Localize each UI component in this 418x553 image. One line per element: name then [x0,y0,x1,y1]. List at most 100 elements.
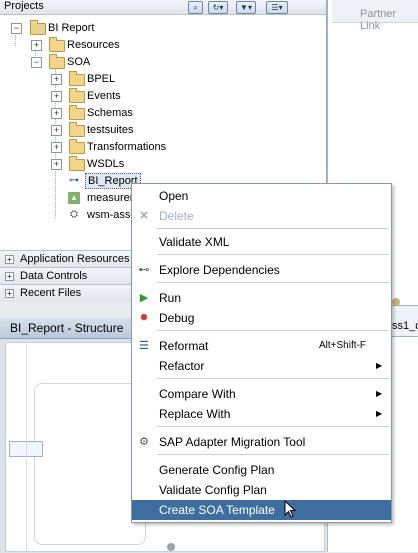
expand-icon[interactable]: + [51,159,62,170]
folder-icon [69,88,85,103]
folder-icon [69,156,85,171]
tree-item-soa[interactable]: − SOA [0,54,320,70]
menu-explore-dependencies[interactable]: ⊷ Explore Dependencies [132,260,391,280]
canvas-end-node[interactable] [167,543,175,551]
menu-separator [157,282,389,283]
menu-sap-adapter[interactable]: ⚙ SAP Adapter Migration Tool [132,432,391,452]
menu-label: SAP Adapter Migration Tool [159,435,306,449]
menu-label: Validate XML [159,235,230,249]
search-icon[interactable]: ⌕ [188,1,203,14]
menu-open[interactable]: Open [132,186,391,206]
folder-icon [69,71,85,86]
structure-title: BI_Report - Structure [10,321,124,335]
bug-icon: ✹ [139,312,149,324]
layout-icon[interactable]: ☰▾ [266,1,288,14]
menu-run[interactable]: ▶ Run [132,288,391,308]
sync-icon[interactable]: ↻▾ [208,1,228,14]
shortcut-label: Alt+Shift-F [319,340,366,351]
menu-label: Create SOA Template [159,503,275,517]
menu-label: Debug [159,311,195,325]
menu-label: Replace With [159,407,231,421]
collapse-icon[interactable]: − [11,23,22,34]
projects-header: Projects ⌕ ↻▾ ▼▾ ☰▾ [0,0,326,15]
menu-label: Compare With [159,387,236,401]
menu-separator [157,330,389,331]
chart-icon: ▲ [68,192,80,204]
menu-reformat[interactable]: ☰ Reformat Alt+Shift-F [132,336,391,356]
run-icon: ▶ [139,292,149,304]
canvas-swimlane [34,383,146,545]
folder-icon [49,54,65,69]
canvas-guide [26,343,28,551]
tree-item-testsuites[interactable]: + testsuites [0,122,320,138]
context-menu: Open ✕ Delete Validate XML ⊷ Explore Dep… [131,183,392,523]
tree-item-resources[interactable]: + Resources [0,37,320,53]
menu-refactor[interactable]: Refactor ▶ [132,356,391,376]
menu-label: Delete [159,209,194,223]
tree-label: wsm-asse [87,209,137,221]
menu-separator [157,228,389,229]
expand-icon: + [5,255,14,264]
partner-links-label: Partner Link [360,8,397,32]
folder-icon [69,105,85,120]
policy-file-icon: ⛭ [70,209,78,220]
submenu-arrow-icon: ▶ [376,389,383,398]
menu-debug[interactable]: ✹ Debug [132,308,391,328]
menu-separator [157,426,389,427]
component-icon [392,298,400,306]
menu-create-soa-template[interactable]: Create SOA Template [132,500,391,520]
menu-separator [157,254,389,255]
menu-replace-with[interactable]: Replace With ▶ [132,404,391,424]
filter-icon[interactable]: ▼▾ [236,1,256,14]
expand-icon[interactable]: + [31,40,42,51]
collapse-icon[interactable]: − [31,57,42,68]
menu-label: Run [159,291,182,305]
menu-compare-with[interactable]: Compare With ▶ [132,384,391,404]
tree-label: BPEL [87,73,116,85]
mouse-cursor-icon [284,500,297,518]
folder-icon [69,139,85,154]
tree-label: Schemas [87,107,133,119]
menu-delete[interactable]: ✕ Delete [132,206,391,226]
project-icon [30,20,46,35]
expand-icon[interactable]: + [51,91,62,102]
accordion-label: Recent Files [20,287,82,299]
folder-icon [49,37,65,52]
component-label: ss1_c [392,320,418,332]
expand-icon[interactable]: + [51,142,62,153]
expand-icon[interactable]: + [51,125,62,136]
tree-label: testsuites [87,124,134,136]
composite-icon: ⊶ [69,175,79,186]
menu-separator [157,454,389,455]
tree-item-events[interactable]: + Events [0,88,320,104]
delete-icon: ✕ [139,210,149,222]
menu-generate-config-plan[interactable]: Generate Config Plan [132,460,391,480]
menu-validate-config-plan[interactable]: Validate Config Plan [132,480,391,500]
menu-label: Open [159,189,189,203]
projects-title: Projects [4,0,44,12]
submenu-arrow-icon: ▶ [376,361,383,370]
tree-label: WSDLs [87,158,125,170]
menu-label: Reformat [159,339,209,353]
tree-item-schemas[interactable]: + Schemas [0,105,320,121]
expand-icon[interactable]: + [51,74,62,85]
tree-label: Resources [67,39,120,51]
tree-label: SOA [67,56,91,68]
menu-validate-xml[interactable]: Validate XML [132,232,391,252]
tree-label: Events [87,90,121,102]
tree-item-transformations[interactable]: + Transformations [0,139,320,155]
menu-label: Explore Dependencies [159,263,280,277]
tree-item-bi-report[interactable]: − BI Report [0,20,320,36]
submenu-arrow-icon: ▶ [376,409,383,418]
tree-label: BI Report [48,22,95,34]
expand-icon: + [5,272,14,281]
expand-icon: + [5,289,14,298]
accordion-label: Data Controls [20,270,88,282]
tree-item-wsdls[interactable]: + WSDLs [0,156,320,172]
expand-icon[interactable]: + [51,108,62,119]
tree-item-bpel[interactable]: + BPEL [0,71,320,87]
folder-icon [69,122,85,137]
menu-label: Refactor [159,359,205,373]
reformat-icon: ☰ [139,340,149,352]
dependencies-icon: ⊷ [138,264,150,276]
